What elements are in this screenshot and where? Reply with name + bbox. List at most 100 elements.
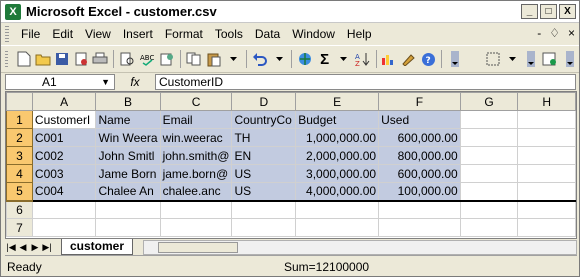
chevron-down-icon[interactable]	[505, 50, 520, 68]
copy-icon[interactable]	[186, 50, 202, 68]
function-icon[interactable]: fx	[115, 75, 155, 89]
workbook-close-button[interactable]: ×	[568, 26, 575, 40]
toolbar-options-icon[interactable]	[562, 50, 577, 68]
cell[interactable]	[159, 218, 233, 237]
drawing-icon[interactable]	[401, 50, 417, 68]
cell[interactable]	[95, 218, 161, 237]
cell[interactable]: 600,000.00	[378, 128, 461, 147]
undo-icon[interactable]	[252, 50, 268, 68]
cell[interactable]	[378, 218, 461, 237]
menu-file[interactable]: File	[15, 27, 46, 41]
research-icon[interactable]	[159, 50, 175, 68]
save-icon[interactable]	[55, 50, 70, 68]
cell-a1[interactable]: CustomerI	[31, 110, 97, 129]
cell[interactable]: US	[231, 182, 297, 202]
cell[interactable]: 2,000,000.00	[295, 146, 380, 165]
row-header[interactable]: 5	[6, 182, 33, 202]
menu-view[interactable]: View	[79, 27, 117, 41]
menu-insert[interactable]: Insert	[117, 27, 159, 41]
autosum-icon[interactable]: Σ	[317, 50, 332, 68]
excel-icon[interactable]: X	[5, 3, 21, 20]
print-preview-icon[interactable]	[119, 50, 135, 68]
toolbar-options-icon[interactable]	[447, 50, 462, 68]
cell[interactable]: Win Weera	[95, 128, 161, 147]
select-all-corner[interactable]	[6, 92, 33, 111]
cell[interactable]: C004	[31, 182, 97, 202]
cell[interactable]: 100,000.00	[378, 182, 461, 202]
column-header[interactable]: D	[231, 92, 297, 111]
menu-format[interactable]: Format	[159, 27, 209, 41]
cell[interactable]: john.smith@	[159, 146, 233, 165]
print-icon[interactable]	[92, 50, 108, 68]
name-box[interactable]: A1 ▼	[5, 73, 115, 90]
next-sheet-icon[interactable]: ▶	[29, 242, 41, 253]
permission-icon[interactable]	[74, 50, 89, 68]
cell[interactable]: 800,000.00	[378, 146, 461, 165]
cell[interactable]	[517, 128, 576, 147]
first-sheet-icon[interactable]: |◀	[5, 242, 17, 253]
row-header[interactable]: 3	[6, 146, 33, 165]
borders-icon[interactable]	[486, 50, 501, 68]
cell[interactable]: Chalee An	[95, 182, 161, 202]
cell[interactable]: 4,000,000.00	[295, 182, 380, 202]
cell[interactable]	[517, 218, 576, 237]
cell[interactable]	[459, 110, 519, 129]
hyperlink-icon[interactable]	[297, 50, 313, 68]
cell[interactable]	[459, 164, 519, 183]
cell[interactable]	[31, 218, 97, 237]
cell[interactable]: chalee.anc	[159, 182, 233, 202]
menu-window[interactable]: Window	[286, 27, 341, 41]
cell[interactable]: Budget	[295, 110, 380, 129]
row-header[interactable]: 1	[6, 110, 33, 129]
cell[interactable]: TH	[231, 128, 297, 147]
cell[interactable]	[31, 200, 97, 219]
row-header[interactable]: 4	[6, 164, 33, 183]
cell[interactable]: C001	[31, 128, 97, 147]
workbook-restore-button[interactable]: ♢	[549, 26, 560, 40]
grid-settings-icon[interactable]	[542, 50, 558, 68]
menu-data[interactable]: Data	[249, 27, 286, 41]
cell[interactable]: Used	[378, 110, 461, 129]
sheet-tab-customer[interactable]: customer	[61, 239, 134, 255]
cell[interactable]	[295, 218, 380, 237]
menu-edit[interactable]: Edit	[46, 27, 79, 41]
sort-ascending-icon[interactable]: AZ	[355, 50, 371, 68]
cell[interactable]: 3,000,000.00	[295, 164, 380, 183]
maximize-button[interactable]: □	[540, 4, 557, 19]
cell[interactable]: jame.born@	[159, 164, 233, 183]
help-icon[interactable]: ?	[421, 50, 436, 68]
menu-tools[interactable]: Tools	[209, 27, 249, 41]
cell[interactable]: 1,000,000.00	[295, 128, 380, 147]
cell[interactable]: EN	[231, 146, 297, 165]
chevron-down-icon[interactable]	[226, 50, 241, 68]
paste-icon[interactable]	[206, 50, 222, 68]
minimize-button[interactable]: _	[521, 4, 538, 19]
cell[interactable]: win.weerac	[159, 128, 233, 147]
toolbar-options-icon[interactable]	[524, 50, 539, 68]
toolbar-grip-handle[interactable]	[5, 51, 9, 67]
cell[interactable]: C003	[31, 164, 97, 183]
column-header[interactable]: C	[159, 92, 233, 111]
horizontal-scrollbar[interactable]	[143, 239, 577, 255]
cell[interactable]: US	[231, 164, 297, 183]
menu-grip-handle[interactable]	[5, 26, 9, 42]
chevron-down-icon[interactable]	[336, 50, 351, 68]
close-button[interactable]: X	[559, 4, 576, 19]
cell[interactable]	[159, 200, 233, 219]
new-icon[interactable]	[16, 50, 31, 68]
column-header[interactable]: E	[295, 92, 380, 111]
column-header[interactable]: G	[459, 92, 519, 111]
spelling-icon[interactable]: ABC	[139, 50, 155, 68]
cell[interactable]	[517, 200, 576, 219]
last-sheet-icon[interactable]: ▶|	[41, 242, 53, 253]
cell[interactable]: John Smitl	[95, 146, 161, 165]
cell[interactable]	[378, 200, 461, 219]
cell[interactable]: 600,000.00	[378, 164, 461, 183]
cell[interactable]: Email	[159, 110, 233, 129]
row-header[interactable]: 7	[6, 218, 33, 237]
prev-sheet-icon[interactable]: ◀	[17, 242, 29, 253]
menu-help[interactable]: Help	[341, 27, 378, 41]
cell[interactable]: CountryCo	[231, 110, 297, 129]
cell[interactable]	[459, 182, 519, 202]
row-header[interactable]: 2	[6, 128, 33, 147]
